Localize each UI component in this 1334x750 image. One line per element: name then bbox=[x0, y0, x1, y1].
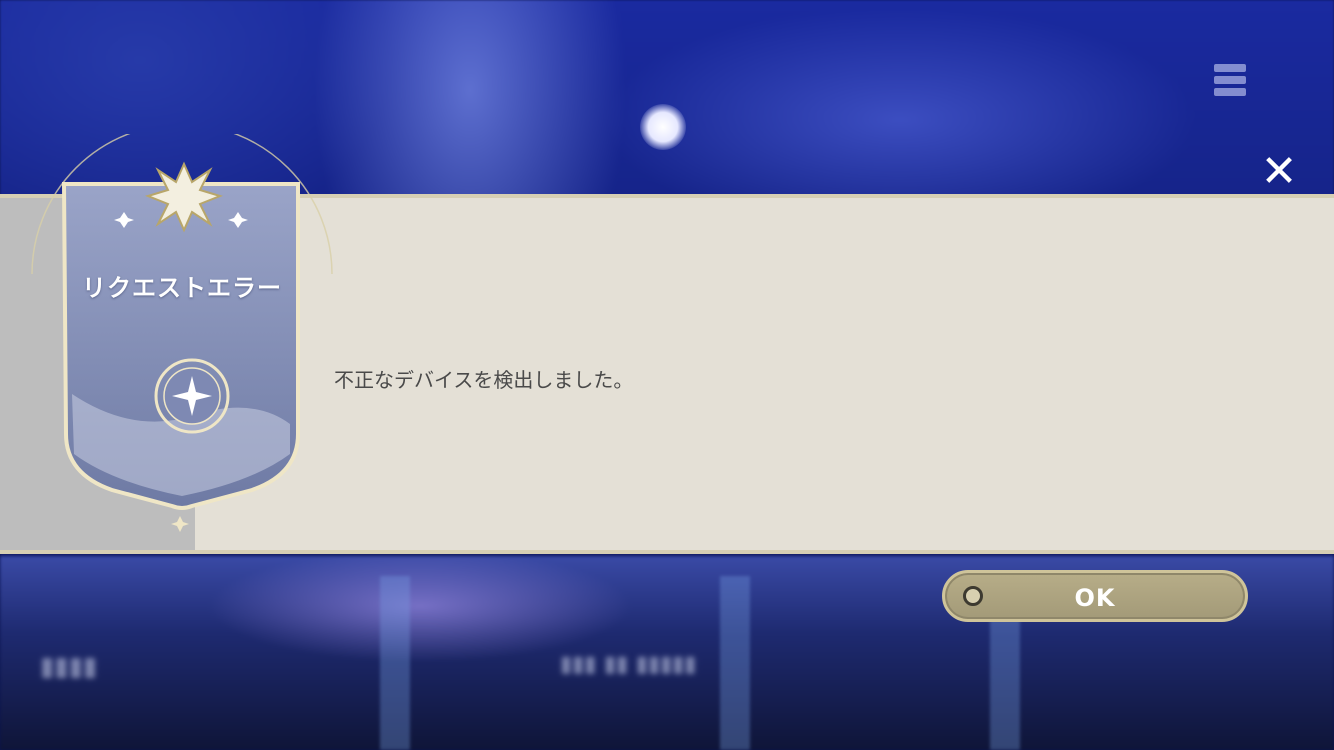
ok-button[interactable]: OK bbox=[942, 570, 1248, 622]
dialog-title: リクエストエラー bbox=[82, 274, 282, 302]
background-pillar bbox=[380, 576, 410, 750]
ok-button-label: OK bbox=[1074, 584, 1116, 612]
menu-icon[interactable] bbox=[1208, 60, 1252, 104]
dialog-emblem bbox=[31, 134, 333, 532]
dialog-message: 不正なデバイスを検出しました。 bbox=[334, 368, 634, 392]
close-icon[interactable]: ✕ bbox=[1255, 150, 1303, 198]
blurred-logo: ▮▮▮▮ bbox=[40, 652, 98, 682]
moon-light bbox=[640, 104, 686, 150]
background-pillar bbox=[720, 576, 750, 750]
blurred-tap-text: ▮▮▮ ▮▮ ▮▮▮▮▮ bbox=[560, 652, 697, 677]
